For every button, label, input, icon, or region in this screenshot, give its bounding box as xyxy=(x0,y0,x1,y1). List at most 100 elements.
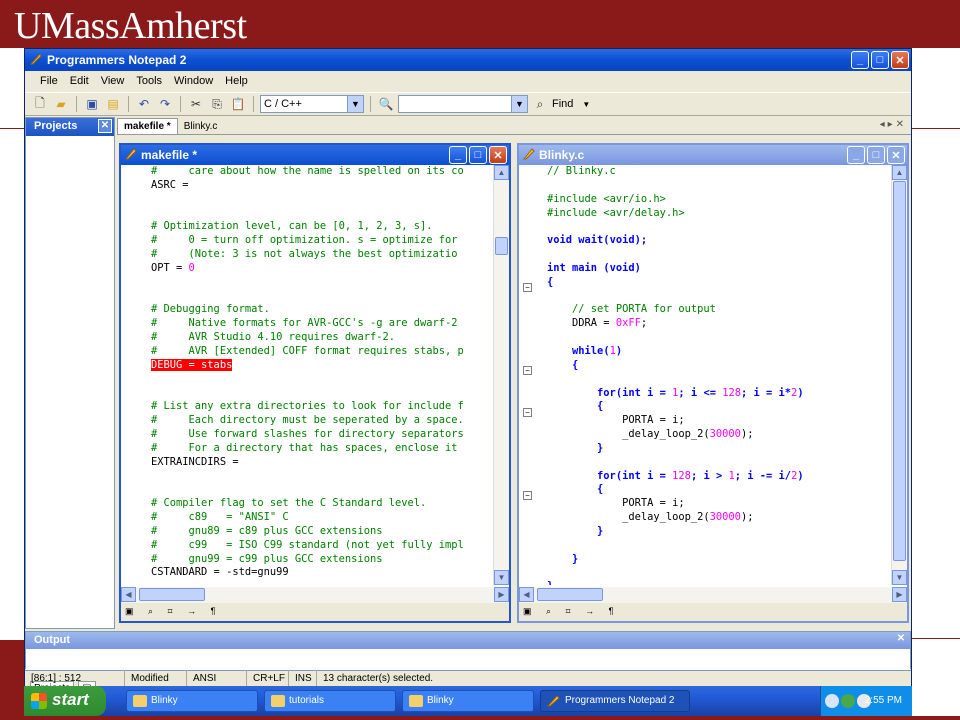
code-line[interactable] xyxy=(151,387,493,401)
scroll-thumb[interactable] xyxy=(495,237,508,255)
code-line[interactable]: # 0 = turn off optimization. s = optimiz… xyxy=(151,234,493,248)
code-line[interactable]: ASRC = xyxy=(151,179,493,193)
maximize-button[interactable]: □ xyxy=(469,146,487,164)
code-line[interactable]: # c89 = "ANSI" C xyxy=(151,511,493,525)
scroll-up-icon[interactable]: ▲ xyxy=(892,165,907,180)
open-folder-icon[interactable]: ▰ xyxy=(52,95,70,113)
code-line[interactable]: # gnu99 = c99 plus GCC extensions xyxy=(151,553,493,567)
tab-blinky[interactable]: Blinky.c xyxy=(178,119,224,134)
code-line[interactable]: # (Note: 3 is not always the best optimi… xyxy=(151,248,493,262)
code-line[interactable]: # For a directory that has spaces, enclo… xyxy=(151,442,493,456)
makefile-titlebar[interactable]: makefile * _ □ ✕ xyxy=(121,145,509,165)
editor-footer-icons[interactable]: ▣ ⌕ ⌗ → ¶ xyxy=(519,603,907,621)
code-line[interactable]: for(int i = 1; i <= 128; i = i*2) xyxy=(547,387,891,401)
find-button[interactable]: Find xyxy=(552,98,573,110)
scroll-thumb[interactable] xyxy=(139,588,205,601)
find-dropdown-icon[interactable]: ▼ xyxy=(582,100,590,109)
app-titlebar[interactable]: Programmers Notepad 2 _ □ ✕ xyxy=(25,49,911,71)
code-line[interactable]: CSTANDARD = -std=gnu99 xyxy=(151,566,493,580)
code-line[interactable] xyxy=(151,276,493,290)
close-icon[interactable]: ✕ xyxy=(894,633,908,647)
scroll-down-icon[interactable]: ▼ xyxy=(494,570,509,585)
code-line[interactable] xyxy=(547,331,891,345)
code-line[interactable] xyxy=(547,248,891,262)
code-line[interactable]: _delay_loop_2(30000); xyxy=(547,428,891,442)
code-line[interactable] xyxy=(547,290,891,304)
code-line[interactable] xyxy=(151,193,493,207)
close-button[interactable]: ✕ xyxy=(891,51,909,69)
minimize-button[interactable]: _ xyxy=(847,146,865,164)
undo-icon[interactable]: ↶ xyxy=(135,95,153,113)
blinky-code[interactable]: // Blinky.c #include <avr/io.h> #include <… xyxy=(547,165,891,585)
open-project-icon[interactable]: ▤ xyxy=(104,95,122,113)
fold-toggle-icon[interactable]: − xyxy=(523,283,532,292)
menu-window[interactable]: Window xyxy=(169,75,218,87)
code-line[interactable]: # Native formats for AVR-GCC's -g are dw… xyxy=(151,317,493,331)
collapse-tray-icon[interactable] xyxy=(825,694,839,708)
cut-icon[interactable]: ✂ xyxy=(187,95,205,113)
code-line[interactable]: { xyxy=(547,483,891,497)
code-line[interactable]: DDRA = 0xFF; xyxy=(547,317,891,331)
code-line[interactable]: } xyxy=(547,442,891,456)
scroll-right-icon[interactable]: ▶ xyxy=(892,587,907,602)
language-select[interactable]: C / C++ ▼ xyxy=(260,95,364,113)
redo-icon[interactable]: ↷ xyxy=(156,95,174,113)
code-line[interactable]: } xyxy=(547,525,891,539)
taskbar-item-blinky-folder[interactable]: Blinky xyxy=(126,690,258,712)
code-line[interactable]: # Each directory must be seperated by a … xyxy=(151,414,493,428)
code-line[interactable] xyxy=(151,373,493,387)
scroll-down-icon[interactable]: ▼ xyxy=(892,570,907,585)
chevron-down-icon[interactable]: ▼ xyxy=(511,96,527,112)
menu-help[interactable]: Help xyxy=(220,75,253,87)
code-line[interactable]: # Use forward slashes for directory sepa… xyxy=(151,428,493,442)
code-line[interactable]: # AVR Studio 4.10 requires dwarf-2. xyxy=(151,331,493,345)
code-line[interactable]: # List any extra directories to look for… xyxy=(151,400,493,414)
horizontal-scrollbar[interactable]: ◀ ▶ xyxy=(121,587,509,603)
code-line[interactable] xyxy=(547,566,891,580)
find-icon[interactable]: ⌕ xyxy=(531,95,549,113)
code-line[interactable]: } xyxy=(547,580,891,585)
vertical-scrollbar[interactable]: ▲ ▼ xyxy=(891,165,907,585)
code-line[interactable] xyxy=(547,179,891,193)
code-line[interactable] xyxy=(151,470,493,484)
tab-navigation-icons[interactable]: ◂▸✕ xyxy=(880,119,907,130)
paste-icon[interactable]: 📋 xyxy=(229,95,247,113)
minimize-button[interactable]: _ xyxy=(449,146,467,164)
code-line[interactable]: DEBUG = stabs xyxy=(151,358,493,373)
code-line[interactable] xyxy=(547,539,891,553)
maximize-button[interactable]: □ xyxy=(871,51,889,69)
taskbar-item-programmers-notepad[interactable]: Programmers Notepad 2 xyxy=(540,690,690,712)
scroll-left-icon[interactable]: ◀ xyxy=(519,587,534,602)
code-line[interactable]: EXTRAINCDIRS = xyxy=(151,456,493,470)
code-line[interactable]: int main (void) xyxy=(547,262,891,276)
scroll-right-icon[interactable]: ▶ xyxy=(494,587,509,602)
code-line[interactable]: _delay_loop_2(30000); xyxy=(547,511,891,525)
close-button[interactable]: ✕ xyxy=(887,146,905,164)
code-line[interactable]: # c99 = ISO C99 standard (not yet fully … xyxy=(151,539,493,553)
taskbar-item-blinky[interactable]: Blinky xyxy=(402,690,534,712)
close-button[interactable]: ✕ xyxy=(489,146,507,164)
chevron-down-icon[interactable]: ▼ xyxy=(347,96,363,112)
code-line[interactable]: #include <avr/delay.h> xyxy=(547,207,891,221)
code-line[interactable] xyxy=(151,483,493,497)
makefile-code[interactable]: # care about how the name is spelled on … xyxy=(151,165,493,585)
fold-toggle-icon[interactable]: − xyxy=(523,491,532,500)
vertical-scrollbar[interactable]: ▲ ▼ xyxy=(493,165,509,585)
menu-tools[interactable]: Tools xyxy=(131,75,167,87)
scroll-up-icon[interactable]: ▲ xyxy=(494,165,509,180)
code-line[interactable]: { xyxy=(547,400,891,414)
code-line[interactable]: { xyxy=(547,359,891,373)
code-line[interactable]: PORTA = i; xyxy=(547,414,891,428)
fold-toggle-icon[interactable]: − xyxy=(523,408,532,417)
code-line[interactable] xyxy=(547,220,891,234)
code-line[interactable]: } xyxy=(547,553,891,567)
menu-file[interactable]: File xyxy=(35,75,63,87)
find-in-files-icon[interactable]: 🔍 xyxy=(377,95,395,113)
save-icon[interactable]: ▣ xyxy=(83,95,101,113)
code-line[interactable]: # Compiler flag to set the C Standard le… xyxy=(151,497,493,511)
code-line[interactable] xyxy=(151,207,493,221)
scroll-thumb[interactable] xyxy=(893,181,906,561)
code-line[interactable]: OPT = 0 xyxy=(151,262,493,276)
blinky-titlebar[interactable]: Blinky.c _ □ ✕ xyxy=(519,145,907,165)
code-line[interactable]: while(1) xyxy=(547,345,891,359)
